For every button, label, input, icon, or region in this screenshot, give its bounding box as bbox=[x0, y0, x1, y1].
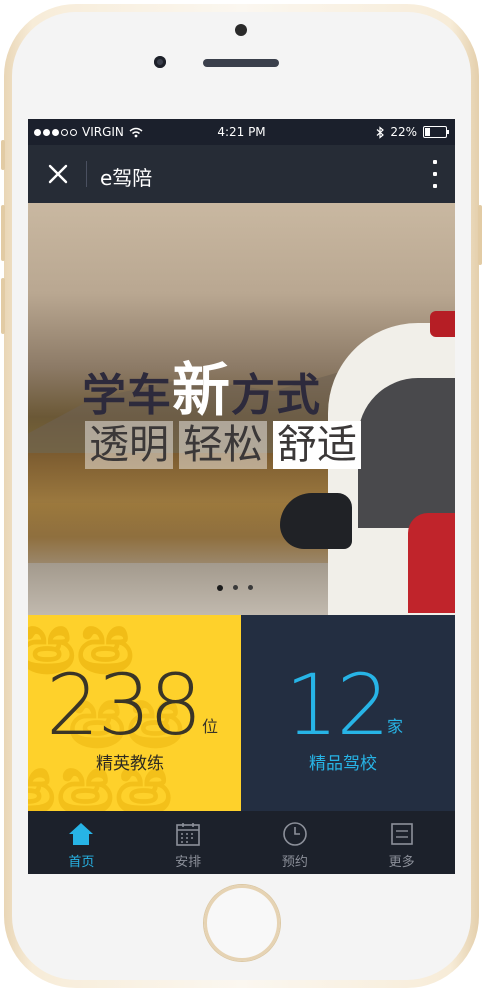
volume-up-button bbox=[1, 205, 5, 261]
banner-tag: 透明 bbox=[85, 421, 173, 469]
proximity-sensor bbox=[235, 24, 247, 36]
nav-bar: e驾陪 bbox=[28, 145, 455, 203]
calendar-icon bbox=[176, 823, 200, 846]
tab-label: 首页 bbox=[68, 855, 95, 870]
tab-schedule[interactable]: 安排 bbox=[135, 811, 242, 874]
banner-tag: 轻松 bbox=[179, 421, 267, 469]
banner-car-taillight bbox=[408, 513, 455, 613]
tab-booking[interactable]: 预约 bbox=[242, 811, 349, 874]
banner-car-window bbox=[358, 378, 455, 528]
coaches-stat-card[interactable]: ෂෂ ෂෂ ෂෂෂ 238 位 精英教练 bbox=[28, 615, 241, 811]
app-screen: VIRGIN 4:21 PM 22% e驾陪 学车新方式 透明 轻松 舒适 ෂෂ… bbox=[28, 119, 455, 874]
bottom-tab-bar: 首页 安排 预约 更多 bbox=[28, 811, 455, 874]
banner-car-mirror bbox=[280, 493, 352, 549]
schools-count: 12 bbox=[285, 656, 390, 754]
tab-label: 更多 bbox=[388, 855, 415, 870]
schools-stat-card[interactable]: 12 家 精品驾校 bbox=[241, 615, 455, 811]
tab-label: 安排 bbox=[175, 855, 202, 870]
volume-down-button bbox=[1, 278, 5, 334]
coaches-label: 精英教练 bbox=[96, 754, 164, 774]
home-button[interactable] bbox=[204, 885, 280, 961]
pager-dot[interactable] bbox=[233, 585, 238, 590]
nav-divider bbox=[86, 161, 87, 187]
coaches-count: 238 bbox=[46, 656, 202, 754]
power-button bbox=[478, 205, 482, 265]
pager-dot[interactable] bbox=[217, 585, 223, 591]
banner-tag: 舒适 bbox=[273, 421, 361, 469]
headline-highlight: 新 bbox=[172, 356, 232, 424]
tab-label: 预约 bbox=[281, 855, 308, 870]
page-title: e驾陪 bbox=[100, 166, 153, 190]
headline-part2: 方式 bbox=[231, 370, 322, 421]
front-camera bbox=[154, 56, 166, 68]
battery-icon bbox=[423, 126, 449, 138]
battery-percent: 22% bbox=[390, 125, 417, 139]
more-options-icon[interactable] bbox=[425, 160, 445, 188]
hero-banner[interactable]: 学车新方式 透明 轻松 舒适 bbox=[28, 203, 455, 615]
schools-label: 精品驾校 bbox=[309, 754, 377, 774]
bluetooth-icon bbox=[376, 125, 385, 139]
close-icon[interactable] bbox=[42, 158, 74, 190]
menu-icon bbox=[390, 823, 413, 845]
mute-switch bbox=[1, 140, 5, 170]
headline-part1: 学车 bbox=[82, 370, 172, 421]
clock-icon bbox=[283, 822, 307, 846]
home-icon bbox=[69, 823, 94, 845]
carousel-pager[interactable] bbox=[217, 585, 253, 591]
banner-headline: 学车新方式 bbox=[82, 343, 321, 427]
coaches-unit: 位 bbox=[202, 717, 219, 736]
schools-unit: 家 bbox=[387, 717, 404, 736]
status-bar: VIRGIN 4:21 PM 22% bbox=[28, 119, 455, 145]
tab-more[interactable]: 更多 bbox=[348, 811, 455, 874]
tab-home[interactable]: 首页 bbox=[28, 811, 135, 874]
banner-car-roof-light bbox=[430, 311, 455, 337]
status-right: 22% bbox=[376, 125, 449, 139]
earpiece-speaker bbox=[203, 59, 279, 67]
pager-dot[interactable] bbox=[248, 585, 253, 590]
banner-tags: 透明 轻松 舒适 bbox=[85, 421, 361, 469]
